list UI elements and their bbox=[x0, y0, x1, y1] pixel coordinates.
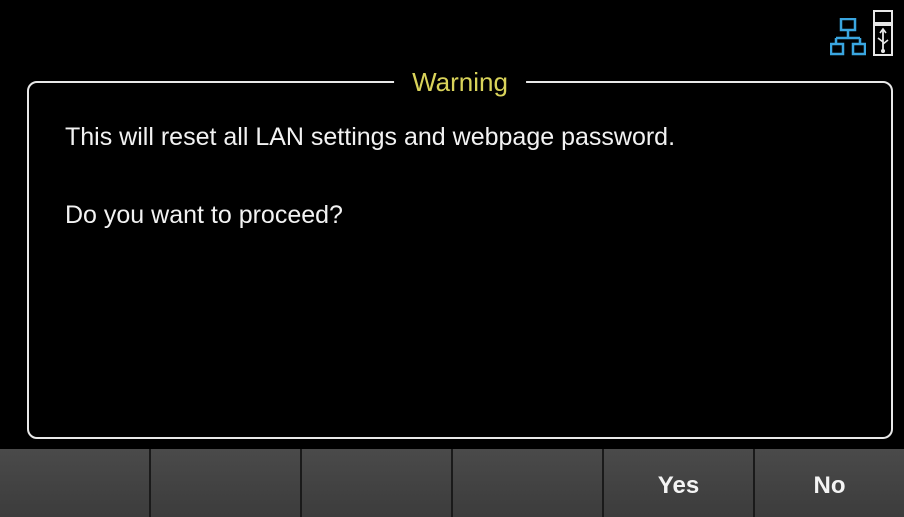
yes-button[interactable]: Yes bbox=[604, 449, 755, 517]
softkey-4[interactable] bbox=[453, 449, 604, 517]
softkey-1[interactable] bbox=[0, 449, 151, 517]
softkey-2[interactable] bbox=[151, 449, 302, 517]
status-icons bbox=[829, 10, 894, 60]
usb-icon bbox=[872, 10, 894, 58]
instrument-screen: Warning This will reset all LAN settings… bbox=[0, 0, 904, 517]
dialog-message-confirm: Do you want to proceed? bbox=[65, 201, 343, 229]
lan-icon bbox=[829, 17, 867, 60]
dialog-title: Warning bbox=[394, 67, 526, 97]
warning-dialog: Warning This will reset all LAN settings… bbox=[27, 67, 893, 439]
softkey-bar: Yes No bbox=[0, 449, 904, 517]
dialog-message-reset: This will reset all LAN settings and web… bbox=[65, 123, 676, 151]
softkey-3[interactable] bbox=[302, 449, 453, 517]
no-button[interactable]: No bbox=[755, 449, 904, 517]
